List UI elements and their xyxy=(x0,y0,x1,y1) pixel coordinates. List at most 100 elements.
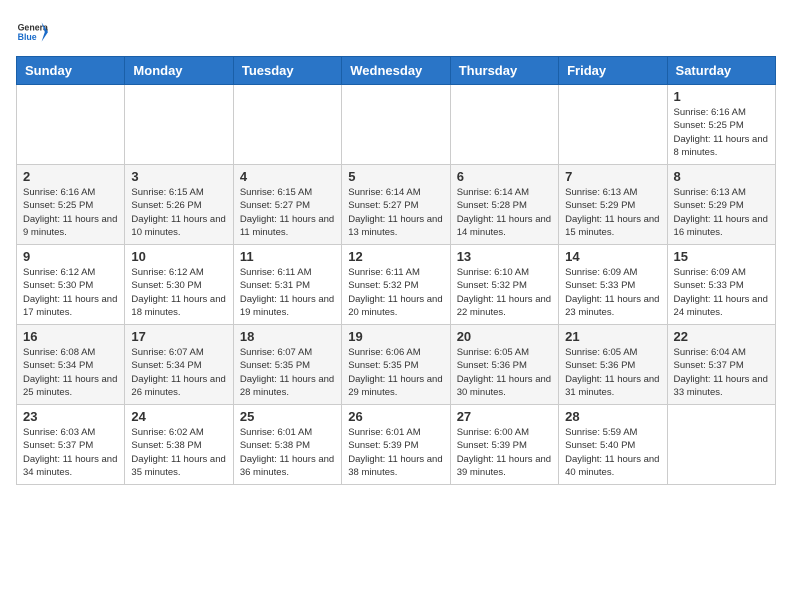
day-info: Sunrise: 6:01 AM Sunset: 5:38 PM Dayligh… xyxy=(240,426,335,479)
day-info: Sunrise: 6:07 AM Sunset: 5:34 PM Dayligh… xyxy=(131,346,226,399)
calendar-cell xyxy=(559,85,667,165)
day-header-saturday: Saturday xyxy=(667,57,775,85)
svg-text:Blue: Blue xyxy=(18,32,37,42)
day-info: Sunrise: 6:15 AM Sunset: 5:26 PM Dayligh… xyxy=(131,186,226,239)
day-number: 9 xyxy=(23,249,118,264)
day-number: 26 xyxy=(348,409,443,424)
day-info: Sunrise: 6:07 AM Sunset: 5:35 PM Dayligh… xyxy=(240,346,335,399)
day-header-monday: Monday xyxy=(125,57,233,85)
day-number: 20 xyxy=(457,329,552,344)
day-number: 5 xyxy=(348,169,443,184)
day-info: Sunrise: 6:00 AM Sunset: 5:39 PM Dayligh… xyxy=(457,426,552,479)
day-info: Sunrise: 6:05 AM Sunset: 5:36 PM Dayligh… xyxy=(565,346,660,399)
calendar-cell xyxy=(667,405,775,485)
calendar-cell: 7Sunrise: 6:13 AM Sunset: 5:29 PM Daylig… xyxy=(559,165,667,245)
calendar-cell: 1 Sunrise: 6:16 AM Sunset: 5:25 PM Daylig… xyxy=(667,85,775,165)
day-number: 2 xyxy=(23,169,118,184)
calendar-cell: 17 Sunrise: 6:07 AM Sunset: 5:34 PM Dayli… xyxy=(125,325,233,405)
calendar-cell: 26 Sunrise: 6:01 AM Sunset: 5:39 PM Dayli… xyxy=(342,405,450,485)
day-number: 22 xyxy=(674,329,769,344)
day-number: 1 xyxy=(674,89,769,104)
page-header: General Blue xyxy=(16,16,776,48)
day-header-thursday: Thursday xyxy=(450,57,558,85)
calendar-cell: 15 Sunrise: 6:09 AM Sunset: 5:33 PM Dayli… xyxy=(667,245,775,325)
day-info: Sunrise: 6:10 AM Sunset: 5:32 PM Dayligh… xyxy=(457,266,552,319)
day-info: Sunrise: 6:16 AM Sunset: 5:25 PM Dayligh… xyxy=(23,186,118,239)
day-info: Sunrise: 6:14 AM Sunset: 5:27 PM Dayligh… xyxy=(348,186,443,239)
calendar-cell: 23 Sunrise: 6:03 AM Sunset: 5:37 PM Dayli… xyxy=(17,405,125,485)
day-header-friday: Friday xyxy=(559,57,667,85)
day-number: 4 xyxy=(240,169,335,184)
calendar-cell: 6 Sunrise: 6:14 AM Sunset: 5:28 PM Daylig… xyxy=(450,165,558,245)
calendar-cell xyxy=(125,85,233,165)
day-info: Sunrise: 6:01 AM Sunset: 5:39 PM Dayligh… xyxy=(348,426,443,479)
calendar-cell: 25 Sunrise: 6:01 AM Sunset: 5:38 PM Dayli… xyxy=(233,405,341,485)
day-number: 14 xyxy=(565,249,660,264)
day-info: Sunrise: 6:15 AM Sunset: 5:27 PM Dayligh… xyxy=(240,186,335,239)
calendar-cell: 12 Sunrise: 6:11 AM Sunset: 5:32 PM Dayli… xyxy=(342,245,450,325)
calendar-cell: 2 Sunrise: 6:16 AM Sunset: 5:25 PM Daylig… xyxy=(17,165,125,245)
day-number: 24 xyxy=(131,409,226,424)
day-info: Sunrise: 6:06 AM Sunset: 5:35 PM Dayligh… xyxy=(348,346,443,399)
day-info: Sunrise: 6:09 AM Sunset: 5:33 PM Dayligh… xyxy=(674,266,769,319)
day-number: 28 xyxy=(565,409,660,424)
day-info: Sunrise: 6:04 AM Sunset: 5:37 PM Dayligh… xyxy=(674,346,769,399)
calendar-cell: 22 Sunrise: 6:04 AM Sunset: 5:37 PM Dayli… xyxy=(667,325,775,405)
day-number: 15 xyxy=(674,249,769,264)
day-number: 25 xyxy=(240,409,335,424)
day-info: Sunrise: 6:13 AM Sunset: 5:29 PM Dayligh… xyxy=(565,186,660,239)
day-info: Sunrise: 6:09 AM Sunset: 5:33 PM Dayligh… xyxy=(565,266,660,319)
day-info: Sunrise: 6:16 AM Sunset: 5:25 PM Dayligh… xyxy=(674,106,769,159)
day-info: Sunrise: 6:02 AM Sunset: 5:38 PM Dayligh… xyxy=(131,426,226,479)
calendar-cell: 24 Sunrise: 6:02 AM Sunset: 5:38 PM Dayli… xyxy=(125,405,233,485)
calendar-cell: 9 Sunrise: 6:12 AM Sunset: 5:30 PM Daylig… xyxy=(17,245,125,325)
day-header-wednesday: Wednesday xyxy=(342,57,450,85)
day-number: 23 xyxy=(23,409,118,424)
day-info: Sunrise: 6:12 AM Sunset: 5:30 PM Dayligh… xyxy=(23,266,118,319)
calendar-cell: 8 Sunrise: 6:13 AM Sunset: 5:29 PM Daylig… xyxy=(667,165,775,245)
calendar-cell: 14 Sunrise: 6:09 AM Sunset: 5:33 PM Dayli… xyxy=(559,245,667,325)
day-number: 12 xyxy=(348,249,443,264)
calendar-week-1: 1 Sunrise: 6:16 AM Sunset: 5:25 PM Daylig… xyxy=(17,85,776,165)
calendar-cell: 20Sunrise: 6:05 AM Sunset: 5:36 PM Dayli… xyxy=(450,325,558,405)
day-number: 13 xyxy=(457,249,552,264)
calendar-cell: 10Sunrise: 6:12 AM Sunset: 5:30 PM Dayli… xyxy=(125,245,233,325)
calendar-cell: 4 Sunrise: 6:15 AM Sunset: 5:27 PM Daylig… xyxy=(233,165,341,245)
day-number: 8 xyxy=(674,169,769,184)
day-number: 19 xyxy=(348,329,443,344)
calendar-cell: 19 Sunrise: 6:06 AM Sunset: 5:35 PM Dayli… xyxy=(342,325,450,405)
calendar-cell: 11 Sunrise: 6:11 AM Sunset: 5:31 PM Dayli… xyxy=(233,245,341,325)
day-number: 3 xyxy=(131,169,226,184)
day-number: 17 xyxy=(131,329,226,344)
day-number: 6 xyxy=(457,169,552,184)
calendar-cell: 21 Sunrise: 6:05 AM Sunset: 5:36 PM Dayli… xyxy=(559,325,667,405)
calendar-week-3: 9 Sunrise: 6:12 AM Sunset: 5:30 PM Daylig… xyxy=(17,245,776,325)
calendar-cell: 28Sunrise: 5:59 AM Sunset: 5:40 PM Dayli… xyxy=(559,405,667,485)
calendar-cell: 3 Sunrise: 6:15 AM Sunset: 5:26 PM Daylig… xyxy=(125,165,233,245)
calendar-cell xyxy=(342,85,450,165)
calendar-cell: 16 Sunrise: 6:08 AM Sunset: 5:34 PM Dayli… xyxy=(17,325,125,405)
day-info: Sunrise: 6:03 AM Sunset: 5:37 PM Dayligh… xyxy=(23,426,118,479)
calendar-cell: 13 Sunrise: 6:10 AM Sunset: 5:32 PM Dayli… xyxy=(450,245,558,325)
day-info: Sunrise: 6:11 AM Sunset: 5:32 PM Dayligh… xyxy=(348,266,443,319)
day-number: 21 xyxy=(565,329,660,344)
day-number: 11 xyxy=(240,249,335,264)
calendar-cell xyxy=(233,85,341,165)
logo: General Blue xyxy=(16,16,48,48)
calendar-cell: 5 Sunrise: 6:14 AM Sunset: 5:27 PM Daylig… xyxy=(342,165,450,245)
calendar-week-2: 2 Sunrise: 6:16 AM Sunset: 5:25 PM Daylig… xyxy=(17,165,776,245)
calendar-cell xyxy=(17,85,125,165)
day-header-sunday: Sunday xyxy=(17,57,125,85)
day-info: Sunrise: 6:08 AM Sunset: 5:34 PM Dayligh… xyxy=(23,346,118,399)
day-info: Sunrise: 6:14 AM Sunset: 5:28 PM Dayligh… xyxy=(457,186,552,239)
calendar-week-5: 23 Sunrise: 6:03 AM Sunset: 5:37 PM Dayli… xyxy=(17,405,776,485)
calendar-cell: 18Sunrise: 6:07 AM Sunset: 5:35 PM Dayli… xyxy=(233,325,341,405)
logo-icon: General Blue xyxy=(16,16,48,48)
day-info: Sunrise: 6:13 AM Sunset: 5:29 PM Dayligh… xyxy=(674,186,769,239)
day-header-tuesday: Tuesday xyxy=(233,57,341,85)
day-info: Sunrise: 6:11 AM Sunset: 5:31 PM Dayligh… xyxy=(240,266,335,319)
calendar-week-4: 16 Sunrise: 6:08 AM Sunset: 5:34 PM Dayli… xyxy=(17,325,776,405)
day-number: 16 xyxy=(23,329,118,344)
calendar-header-row: SundayMondayTuesdayWednesdayThursdayFrid… xyxy=(17,57,776,85)
day-info: Sunrise: 6:12 AM Sunset: 5:30 PM Dayligh… xyxy=(131,266,226,319)
